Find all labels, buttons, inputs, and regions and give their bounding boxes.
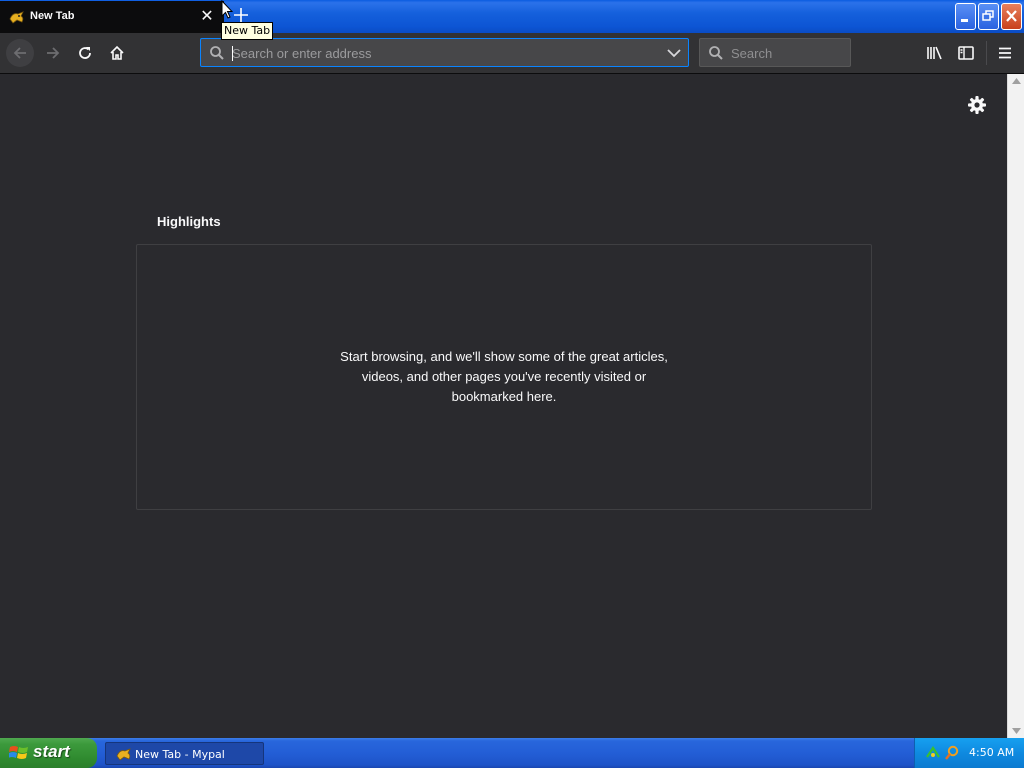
tooltip: New Tab [221,22,274,40]
taskbar-item-label: New Tab - Mypal [135,748,225,761]
vertical-scrollbar[interactable] [1007,74,1024,738]
url-input[interactable] [232,43,652,63]
reload-button[interactable] [72,40,98,66]
windows-logo-icon [9,746,28,759]
mouse-cursor-icon [221,0,233,19]
library-button[interactable] [921,40,947,66]
taskbar-item-mypal[interactable]: New Tab - Mypal [105,742,264,765]
title-bar: New Tab ✕ [0,0,1024,33]
gear-icon[interactable] [966,94,988,116]
menu-button[interactable] [992,40,1018,66]
clock: 4:50 AM [969,746,1015,759]
url-bar[interactable] [200,38,689,67]
forward-arrow-icon [47,47,60,59]
highlights-title: Highlights [157,214,221,229]
scroll-up-arrow-icon[interactable] [1012,78,1021,84]
chevron-down-icon[interactable] [666,46,682,60]
network-icon[interactable] [925,745,941,761]
home-icon [110,45,124,60]
search-icon[interactable] [944,745,960,761]
empty-state-message: Start browsing, and we'll show some of t… [340,349,668,404]
reload-icon [79,47,91,59]
mypal-logo-icon [9,11,24,24]
restore-button[interactable] [978,3,999,30]
sidebar-button[interactable] [953,40,979,66]
minimize-button[interactable] [955,3,976,30]
highlights-panel: Start browsing, and we'll show some of t… [136,244,872,510]
back-arrow-icon [13,47,26,59]
home-button[interactable] [104,40,130,66]
system-tray: 4:50 AM [914,738,1024,768]
close-icon[interactable]: ✕ [199,9,215,25]
scroll-down-arrow-icon[interactable] [1012,728,1021,734]
search-bar[interactable] [699,38,851,67]
hamburger-menu-icon [999,47,1011,59]
close-window-button[interactable] [1001,3,1022,30]
search-icon [709,46,723,60]
forward-button[interactable] [40,40,66,66]
search-icon [210,46,224,60]
mypal-logo-icon [116,748,131,761]
nav-toolbar [0,33,1024,74]
tab-label: New Tab [30,10,75,22]
tab-new-tab[interactable]: New Tab ✕ [0,1,224,33]
toolbar-separator [986,41,987,65]
new-tab-page: Highlights Start browsing, and we'll sho… [0,74,1007,738]
search-input[interactable] [731,43,841,63]
start-button[interactable]: start [0,738,97,768]
back-button[interactable] [6,39,34,67]
sidebar-icon [958,46,974,60]
start-label: start [33,742,70,761]
library-icon [927,46,942,60]
taskbar: start New Tab - Mypal 4:50 AM [0,738,1024,768]
text-caret [232,46,233,61]
